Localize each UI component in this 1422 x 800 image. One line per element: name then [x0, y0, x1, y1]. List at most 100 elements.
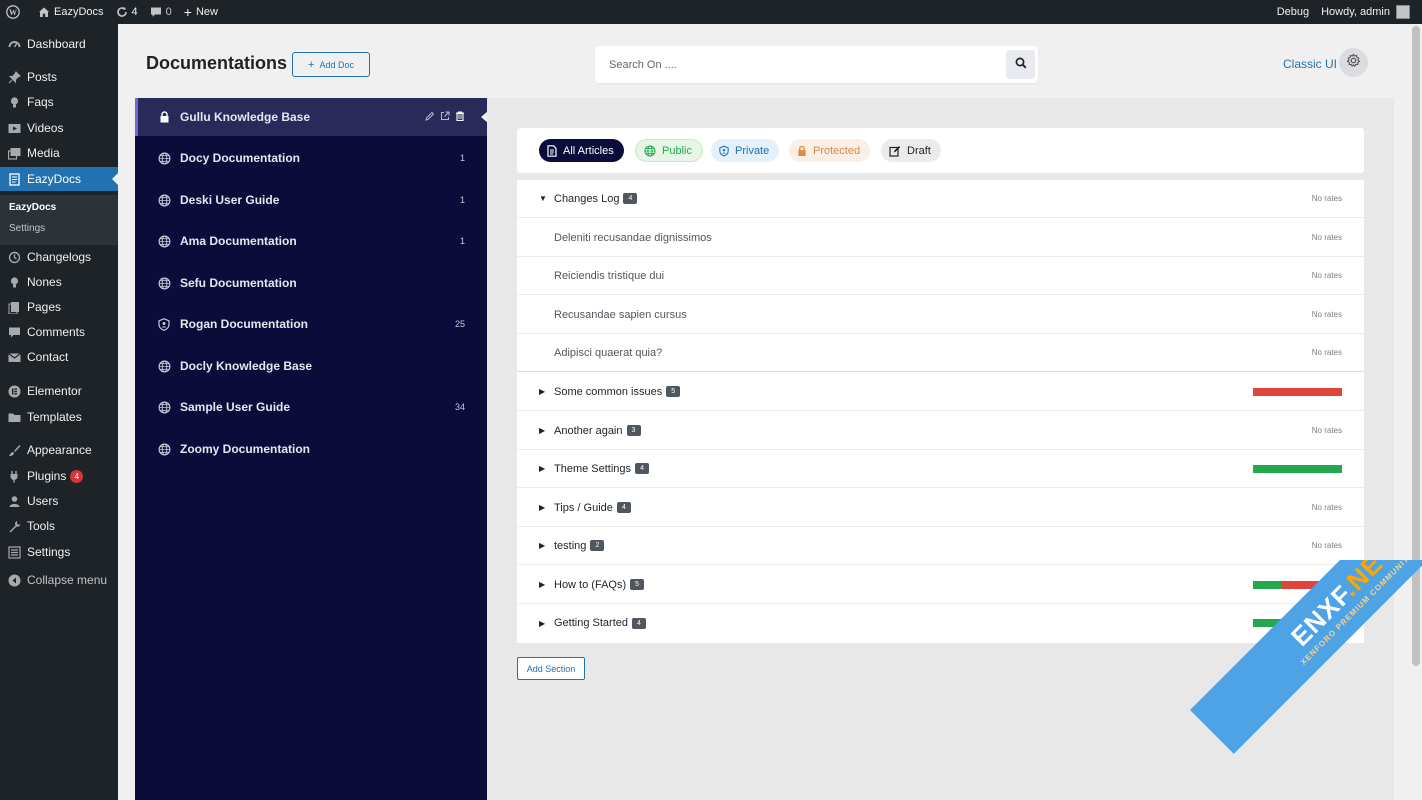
sidebar-item-nones[interactable]: Nones [0, 271, 118, 293]
sidebar-item-changelogs[interactable]: Changelogs [0, 246, 118, 268]
media-icon [7, 146, 21, 160]
admin-bar: W EazyDocs 4 0 + New Debug Howdy, admin [0, 0, 1422, 24]
edit-icon [889, 145, 901, 157]
sidebar-item-label: Tools [27, 519, 56, 533]
plus-icon: + [183, 4, 192, 20]
debug-link[interactable]: Debug [1271, 0, 1315, 24]
sidebar-item-elementor[interactable]: Elementor [0, 380, 118, 402]
sidebar-item-appearance[interactable]: Appearance [0, 439, 118, 461]
sidebar-item-plugins[interactable]: Plugins 4 [0, 465, 118, 487]
filter-protected[interactable]: Protected [789, 139, 871, 162]
submenu-eazydocs[interactable]: EazyDocs [9, 202, 56, 213]
doc-item-docy-documentation[interactable]: Docy Documentation 1 [135, 139, 487, 177]
lightbulb-icon [7, 95, 21, 109]
eazydocs-submenu: EazyDocs Settings [0, 195, 118, 245]
updates-link[interactable]: 4 [110, 0, 144, 24]
doc-item-gullu-knowledge-base[interactable]: Gullu Knowledge Base [135, 98, 488, 136]
doc-count: 1 [459, 195, 465, 205]
section-row[interactable]: ▶ Theme Settings 4 [517, 450, 1364, 488]
edit-icon[interactable] [425, 110, 435, 124]
doc-name: Ama Documentation [180, 234, 297, 248]
section-row[interactable]: ▶ Another again 3 No rates [517, 412, 1364, 450]
globe-icon [157, 234, 171, 248]
rating-text: No rates [1311, 348, 1342, 357]
caret-right-icon[interactable]: ▶ [539, 464, 545, 473]
section-count-badge: 5 [666, 386, 681, 397]
filter-private[interactable]: Private [711, 139, 780, 162]
article-title: Reiciendis tristique dui [554, 269, 665, 282]
filter-draft[interactable]: Draft [881, 139, 941, 162]
section-row[interactable]: ▶ Tips / Guide 4 No rates [517, 489, 1364, 527]
sidebar-item-comments[interactable]: Comments [0, 321, 118, 343]
caret-down-icon[interactable]: ▼ [539, 194, 547, 203]
search-input[interactable] [609, 46, 1009, 83]
sidebar-item-faqs[interactable]: Faqs [0, 91, 118, 113]
sidebar-item-dashboard[interactable]: Dashboard [0, 33, 118, 55]
sidebar-item-templates[interactable]: Templates [0, 406, 118, 428]
comments-link[interactable]: 0 [144, 0, 178, 24]
rating-text: No rates [1311, 310, 1342, 319]
sidebar-item-label: Comments [27, 325, 86, 339]
section-count-badge: 5 [630, 579, 645, 590]
doc-item-ama-documentation[interactable]: Ama Documentation 1 [135, 222, 487, 260]
sidebar-item-media[interactable]: Media [0, 142, 118, 164]
sidebar-item-eazydocs[interactable]: EazyDocs [0, 167, 118, 191]
article-row[interactable]: Adipisci quaerat quia? No rates [517, 334, 1364, 372]
search-button[interactable] [1006, 50, 1035, 79]
site-name-link[interactable]: EazyDocs [32, 0, 110, 24]
sidebar-item-tools[interactable]: Tools [0, 515, 118, 537]
article-row[interactable]: Recusandae sapien cursus No rates [517, 296, 1364, 334]
external-link-icon[interactable] [440, 110, 450, 124]
section-row[interactable]: ▼ Changes Log 4 No rates [517, 180, 1364, 218]
trash-icon[interactable] [455, 110, 465, 124]
doc-item-docly-knowledge-base[interactable]: Docly Knowledge Base [135, 347, 487, 385]
pin-icon [7, 70, 21, 84]
sidebar-item-pages[interactable]: Pages [0, 296, 118, 318]
doc-item-zoomy-documentation[interactable]: Zoomy Documentation [135, 430, 487, 468]
filter-bar: All Articles Public Private Protected Dr… [517, 128, 1364, 173]
section-row[interactable]: ▶ Some common issues 5 [517, 373, 1364, 411]
add-doc-label: Add Doc [319, 59, 354, 70]
page-icon [7, 300, 21, 314]
sidebar-item-posts[interactable]: Posts [0, 66, 118, 88]
article-row[interactable]: Deleniti recusandae dignissimos No rates [517, 219, 1364, 257]
caret-right-icon[interactable]: ▶ [539, 541, 545, 550]
settings-button[interactable] [1339, 48, 1368, 77]
sidebar-item-label: Users [27, 494, 59, 508]
sidebar-item-videos[interactable]: Videos [0, 117, 118, 139]
plus-icon: + [308, 58, 315, 71]
collapse-menu-button[interactable]: Collapse menu [0, 569, 118, 591]
add-doc-button[interactable]: + Add Doc [292, 52, 370, 77]
add-section-button[interactable]: Add Section [517, 657, 585, 680]
sidebar-item-contact[interactable]: Contact [0, 346, 118, 368]
caret-right-icon[interactable]: ▶ [539, 426, 545, 435]
submenu-settings[interactable]: Settings [9, 223, 45, 234]
doc-item-deski-user-guide[interactable]: Deski User Guide 1 [135, 181, 487, 219]
sidebar-item-label: Templates [27, 410, 82, 424]
wordpress-logo-icon[interactable]: W [0, 0, 26, 24]
account-menu[interactable]: Howdy, admin [1315, 0, 1422, 24]
caret-right-icon[interactable]: ▶ [539, 580, 545, 589]
caret-right-icon[interactable]: ▶ [539, 619, 545, 628]
classic-ui-link[interactable]: Classic UI [1283, 57, 1337, 71]
section-title: Getting Started [554, 617, 628, 629]
article-title: Deleniti recusandae dignissimos [554, 231, 712, 244]
plug-icon [7, 469, 21, 483]
sidebar-item-settings[interactable]: Settings [0, 541, 118, 563]
caret-right-icon[interactable]: ▶ [539, 387, 545, 396]
doc-item-sefu-documentation[interactable]: Sefu Documentation [135, 264, 487, 302]
doc-name: Sample User Guide [180, 400, 291, 414]
article-row[interactable]: Reiciendis tristique dui No rates [517, 257, 1364, 295]
doc-name: Zoomy Documentation [180, 442, 311, 456]
history-icon [7, 250, 21, 264]
doc-item-rogan-documentation[interactable]: Rogan Documentation 25 [135, 305, 487, 343]
doc-item-sample-user-guide[interactable]: Sample User Guide 34 [135, 388, 487, 426]
filter-public[interactable]: Public [635, 139, 703, 162]
caret-right-icon[interactable]: ▶ [539, 503, 545, 512]
new-content-link[interactable]: + New [178, 0, 224, 24]
section-title: Tips / Guide [554, 501, 613, 514]
sidebar-item-users[interactable]: Users [0, 490, 118, 512]
elementor-icon [7, 384, 21, 398]
globe-icon [644, 145, 656, 157]
filter-all-articles[interactable]: All Articles [539, 139, 624, 162]
